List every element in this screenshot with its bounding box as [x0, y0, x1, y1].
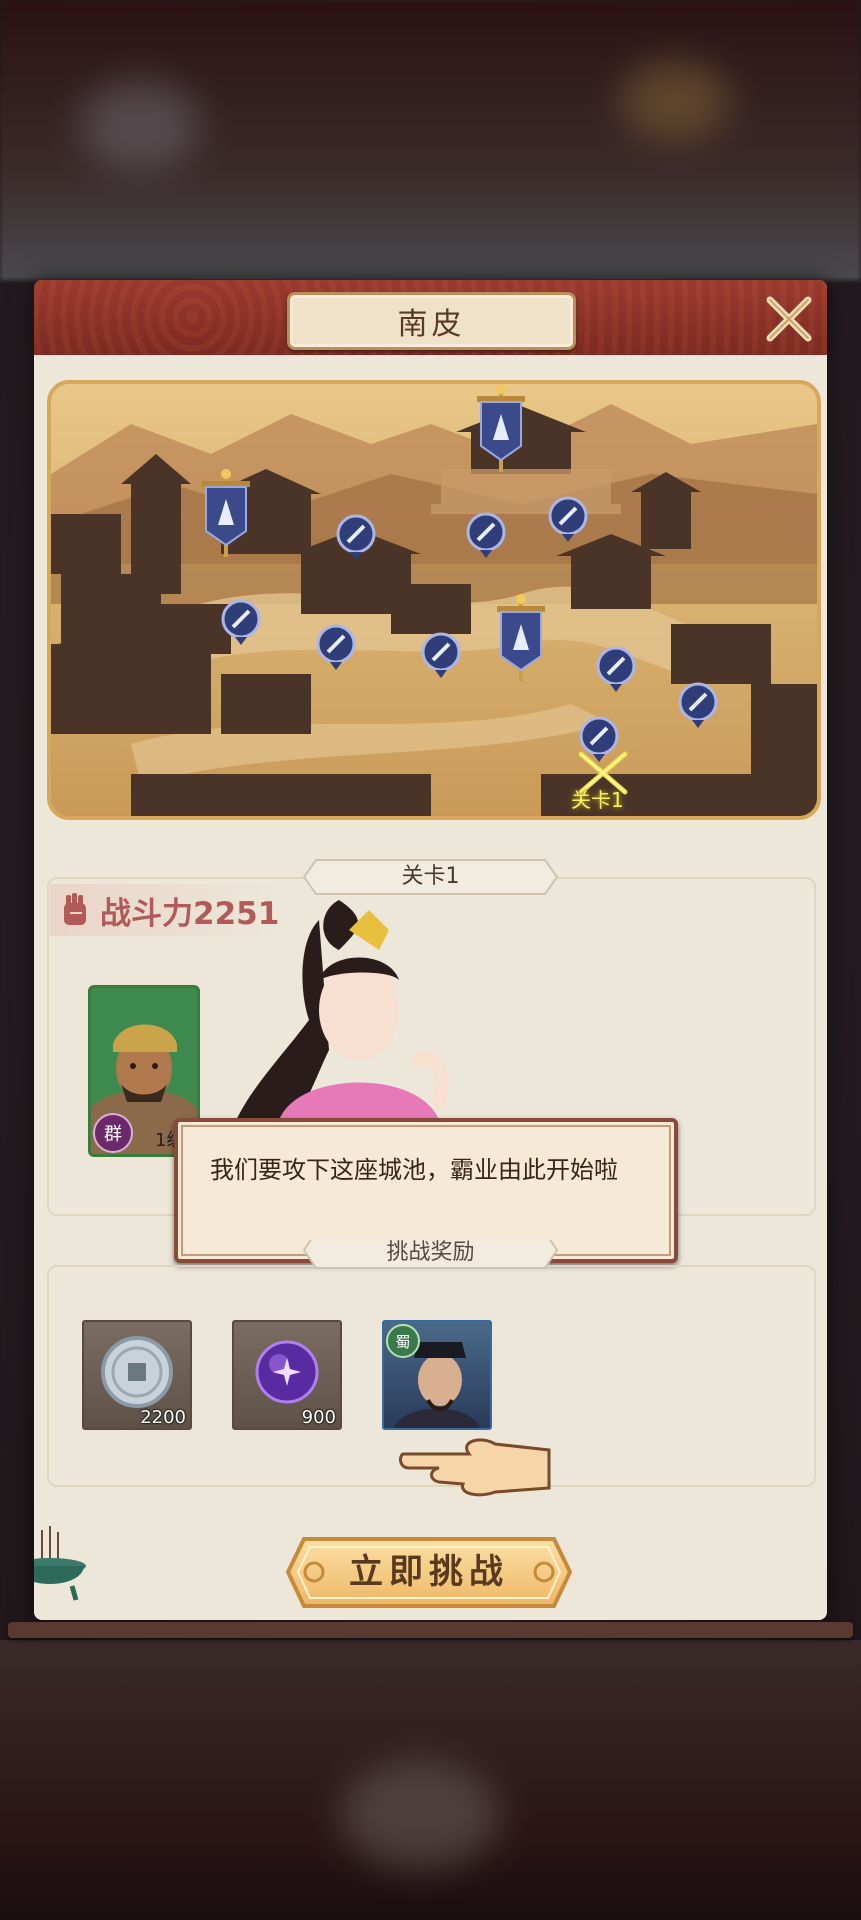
boss-banner-icon[interactable]	[491, 594, 551, 684]
background-glow	[620, 60, 730, 140]
reward-plaque: 挑战奖励	[302, 1240, 559, 1270]
stage-plaque: 关卡1	[302, 858, 559, 896]
background-glow	[80, 80, 200, 170]
boss-banner-icon[interactable]	[196, 469, 256, 559]
reward-item-orb[interactable]: 900	[232, 1320, 342, 1430]
background-glow	[340, 1760, 500, 1870]
stage-map[interactable]: 关卡1	[47, 380, 821, 820]
stage-node-icon[interactable]	[316, 624, 356, 672]
dialog-bottom-bar	[8, 1622, 853, 1638]
challenge-now-label: 立即挑战	[349, 1552, 509, 1592]
title-plaque: 南皮	[287, 292, 576, 350]
reward-title: 挑战奖励	[386, 1240, 475, 1265]
stage-node-icon[interactable]	[548, 496, 588, 544]
faction-badge: 蜀	[386, 1324, 420, 1358]
dialog-title: 南皮	[397, 307, 466, 342]
speech-text: 我们要攻下这座城池，霸业由此开始啦	[210, 1156, 618, 1184]
stage-node-icon[interactable]	[421, 632, 461, 680]
reward-item-hero[interactable]: 蜀	[382, 1320, 492, 1430]
boss-banner-icon[interactable]	[471, 384, 531, 474]
incense-burner-icon	[34, 1526, 86, 1601]
faction-text: 蜀	[395, 1332, 411, 1351]
stage-node-icon[interactable]	[466, 512, 506, 560]
stage-label: 关卡1	[401, 864, 460, 889]
pointing-hand-icon	[399, 1438, 551, 1497]
faction-badge: 群	[93, 1113, 133, 1153]
challenge-now-button[interactable]: 立即挑战	[284, 1535, 574, 1610]
close-button[interactable]	[764, 294, 814, 344]
stage-dialog: 南皮 关卡1 战斗力2251 关卡1 群 1级 我们要攻下这座城池，霸业由此开始…	[34, 280, 827, 1620]
stage-node-icon[interactable]	[596, 646, 636, 694]
reward-quantity: 2200	[140, 1407, 186, 1428]
fist-icon	[64, 893, 86, 925]
reward-item-coin[interactable]: 2200	[82, 1320, 192, 1430]
faction-text: 群	[104, 1124, 122, 1145]
reward-quantity: 900	[301, 1407, 336, 1428]
close-icon	[766, 296, 812, 342]
current-stage-label: 关卡1	[571, 788, 624, 812]
stage-node-icon[interactable]	[336, 514, 376, 562]
stage-node-icon[interactable]	[678, 682, 718, 730]
stage-node-icon[interactable]	[221, 599, 261, 647]
